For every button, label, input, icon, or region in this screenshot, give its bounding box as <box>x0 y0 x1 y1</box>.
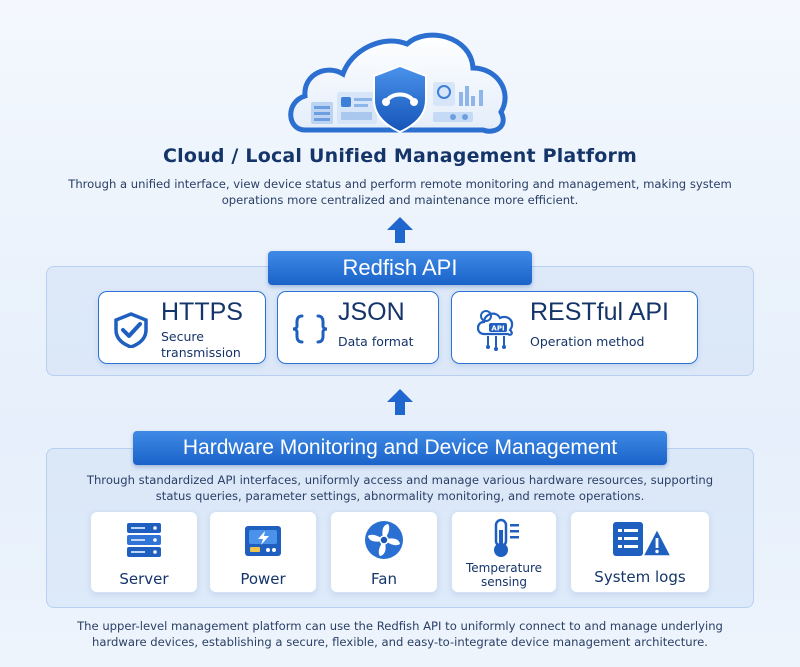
json-card: JSON Data format <box>277 291 439 364</box>
fan-icon <box>365 521 403 559</box>
json-subtitle: Data format <box>338 334 414 349</box>
platform-description: Through a unified interface, view device… <box>68 177 732 207</box>
https-title: HTTPS <box>161 298 243 326</box>
power-supply-icon <box>245 526 281 556</box>
https-subtitle-line1: Secure <box>161 329 204 344</box>
log-warning-icon <box>613 522 673 557</box>
system-logs-card: System logs <box>570 511 710 593</box>
json-title: JSON <box>338 298 405 326</box>
redfish-api-banner: Redfish API <box>268 251 532 285</box>
fan-card: Fan <box>330 511 438 593</box>
power-label: Power <box>240 570 286 588</box>
hardware-title: Hardware Monitoring and Device Managemen… <box>182 436 618 459</box>
restful-api-subtitle: Operation method <box>530 334 645 349</box>
restful-api-card: API RESTful API Operation method <box>451 291 698 364</box>
server-icon <box>127 523 161 557</box>
platform-title: Cloud / Local Unified Management Platfor… <box>162 145 638 167</box>
redfish-api-title: Redfish API <box>342 255 458 280</box>
temperature-label: Temperature sensing <box>466 561 542 589</box>
shield-check-icon <box>114 312 148 348</box>
braces-icon <box>292 314 328 344</box>
temperature-label-line2: sensing <box>480 575 528 589</box>
system-logs-label: System logs <box>594 568 686 586</box>
server-label: Server <box>119 570 169 588</box>
api-gear-icon: API <box>476 310 514 351</box>
https-subtitle-line2: transmission <box>161 345 241 360</box>
restful-api-title: RESTful API <box>530 298 669 326</box>
power-card: Power <box>209 511 317 593</box>
arrow-up-icon <box>387 389 413 415</box>
arrow-up-icon <box>387 217 413 243</box>
temperature-card: Temperature sensing <box>451 511 557 593</box>
temperature-label-line1: Temperature <box>465 561 542 575</box>
https-subtitle: Secure transmission <box>161 329 241 361</box>
api-badge-label: API <box>491 325 504 333</box>
server-card: Server <box>90 511 198 593</box>
cloud-platform-icon <box>288 32 508 134</box>
footer-description: The upper-level management platform can … <box>77 619 723 649</box>
hardware-description: Through standardized API interfaces, uni… <box>86 473 714 503</box>
hardware-banner: Hardware Monitoring and Device Managemen… <box>133 431 667 465</box>
https-card: HTTPS Secure transmission <box>98 291 266 364</box>
thermometer-icon <box>494 518 519 557</box>
fan-label: Fan <box>371 570 397 588</box>
